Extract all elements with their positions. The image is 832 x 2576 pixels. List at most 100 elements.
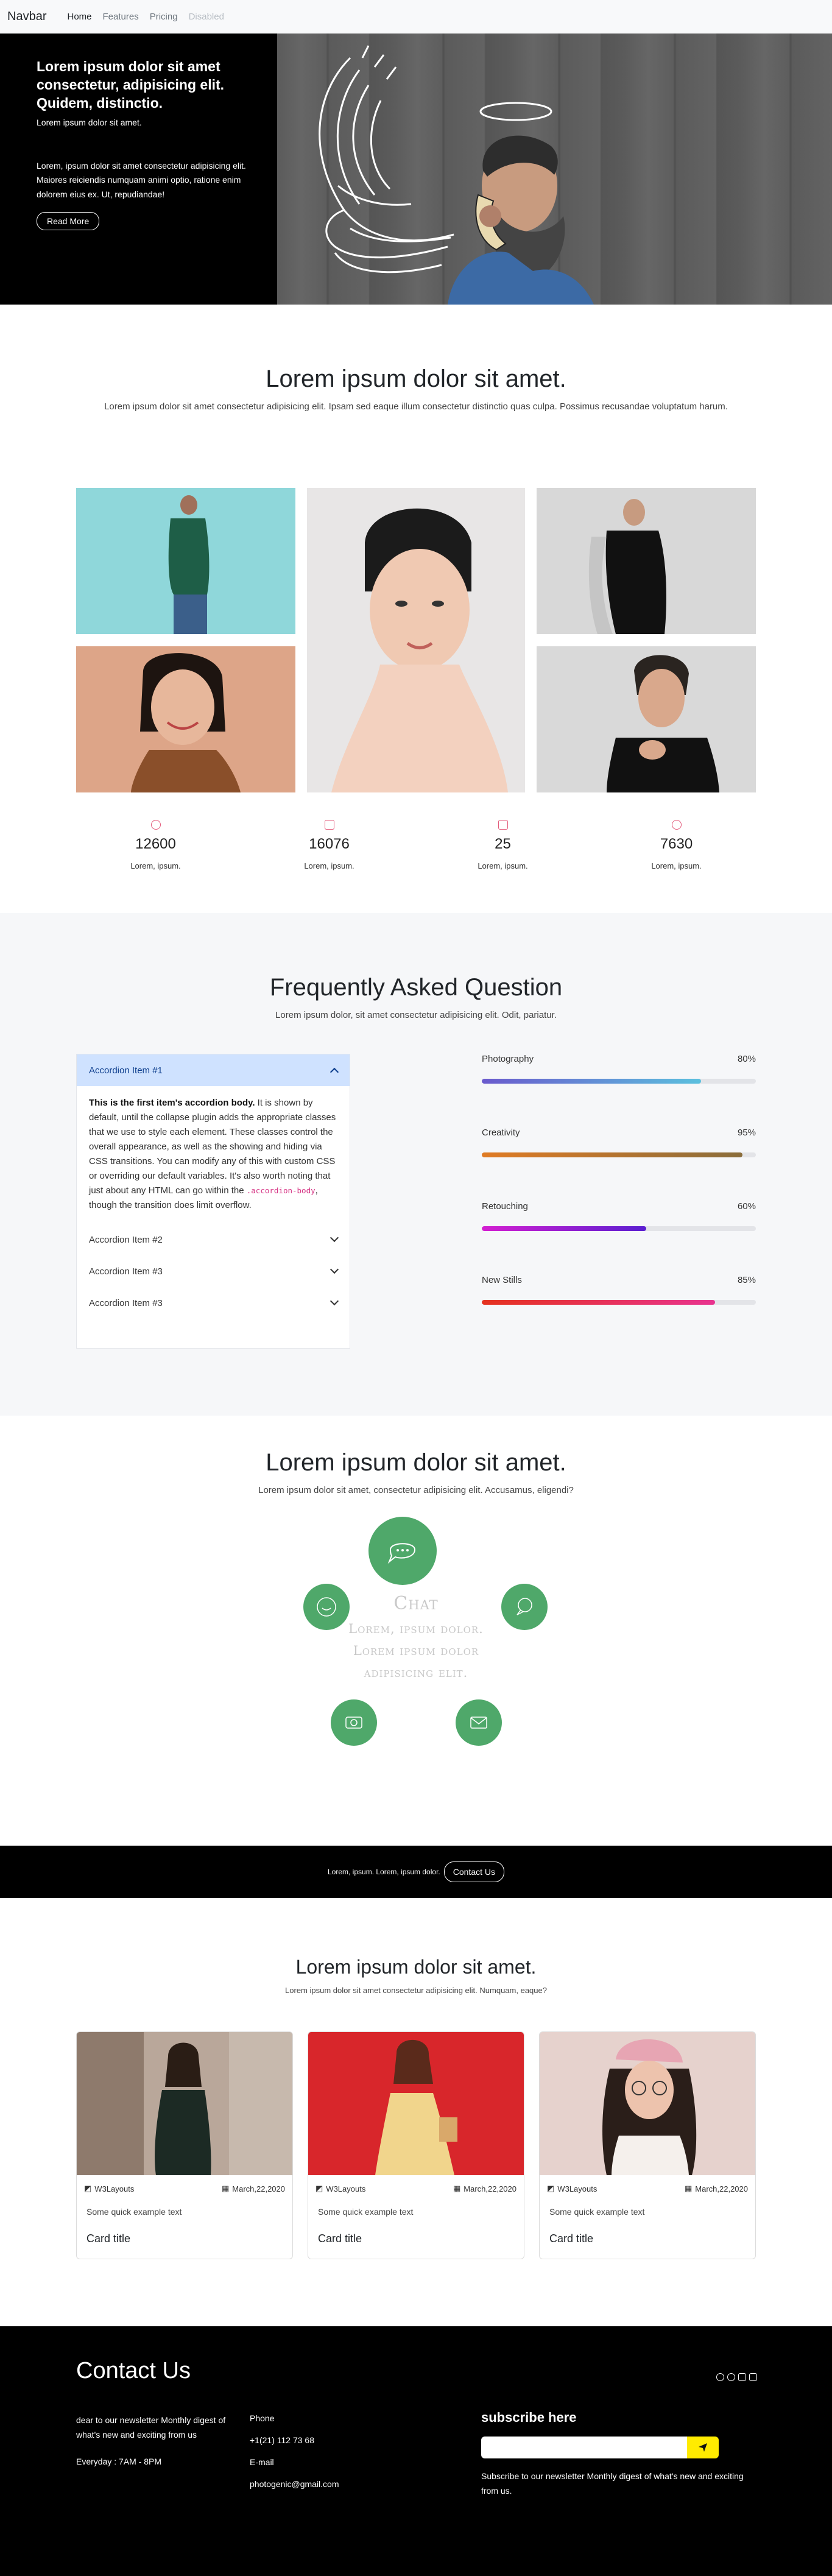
trophy-icon: [671, 820, 682, 830]
phone-label: Phone: [250, 2413, 275, 2423]
card-meta: ◩ W3Layouts ▦ March,22,2020: [77, 2175, 292, 2193]
blog-card[interactable]: ◩ W3Layouts ▦ March,22,2020 Some quick exa…: [539, 2031, 756, 2259]
services-subtitle: Lorem ipsum dolor sit amet, consectetur …: [258, 1485, 574, 1495]
stat-value: 25: [495, 836, 511, 852]
skill-progress-track: [482, 1226, 756, 1231]
nav-link-pricing[interactable]: Pricing: [145, 7, 183, 27]
skill-progress-track: [482, 1152, 756, 1157]
skill-percent: 80%: [737, 1054, 756, 1064]
subscribe-title: subscribe here: [481, 2410, 577, 2425]
card-author[interactable]: W3Layouts: [557, 2184, 597, 2193]
subscribe-form: [481, 2437, 755, 2458]
skill-row: Photography 80%: [482, 1054, 756, 1084]
author-icon: ◩: [547, 2184, 555, 2193]
accordion-body-bold: This is the first item's accordion body.: [89, 1098, 255, 1108]
phone-number[interactable]: +1(21) 112 73 68: [250, 2435, 481, 2445]
service-caption-title: Chat: [393, 1593, 439, 1614]
skill-progress-fill: [482, 1226, 646, 1231]
instagram-icon[interactable]: [738, 2373, 746, 2381]
service-button-3[interactable]: [331, 1699, 377, 1746]
skill-row: New Stills 85%: [482, 1275, 756, 1305]
footer-about: dear to our newsletter Monthly digest of…: [76, 2413, 250, 2501]
service-button-4[interactable]: [456, 1699, 502, 1746]
service-caption-line: adipisicing elit.: [364, 1665, 468, 1680]
subscribe-email-input[interactable]: [481, 2437, 687, 2458]
card-author[interactable]: W3Layouts: [326, 2184, 365, 2193]
chevron-up-icon: [330, 1067, 339, 1077]
email-address[interactable]: photogenic@gmail.com: [250, 2479, 481, 2489]
footer-columns: dear to our newsletter Monthly digest of…: [76, 2410, 756, 2501]
cards-row: ◩ W3Layouts ▦ March,22,2020 Some quick exa…: [76, 2031, 756, 2259]
hero-image: [277, 34, 832, 305]
subscribe-button[interactable]: [687, 2437, 719, 2458]
navbar-brand[interactable]: Navbar: [7, 10, 46, 24]
card-title[interactable]: Card title: [77, 2217, 292, 2259]
skill-progress-fill: [482, 1079, 701, 1084]
photo-man-green-sweater[interactable]: [76, 488, 295, 634]
cards-title: Lorem ipsum dolor sit amet.: [295, 1956, 537, 1978]
blog-card[interactable]: ◩ W3Layouts ▦ March,22,2020 Some quick exa…: [308, 2031, 524, 2259]
card-title[interactable]: Card title: [308, 2217, 524, 2259]
stat-value: 12600: [135, 836, 176, 852]
services-title: Lorem ipsum dolor sit amet.: [266, 1449, 566, 1476]
accordion-body: This is the first item's accordion body.…: [77, 1086, 350, 1224]
linkedin-icon[interactable]: [749, 2373, 757, 2381]
hero-title: Lorem ipsum dolor sit amet consectetur, …: [37, 58, 225, 111]
chat-service-button[interactable]: [368, 1517, 437, 1585]
skill-name: New Stills: [482, 1275, 522, 1285]
skill-name: Creativity: [482, 1127, 520, 1138]
footer-newsletter-text: dear to our newsletter Monthly digest of…: [76, 2415, 226, 2440]
footer-title: Contact Us: [76, 2358, 191, 2384]
skill-name: Photography: [482, 1054, 534, 1064]
card-meta: ◩ W3Layouts ▦ March,22,2020: [308, 2175, 524, 2193]
card-image: [77, 2032, 292, 2175]
services-section: Lorem ipsum dolor sit amet. Lorem ipsum …: [0, 1416, 832, 1846]
facebook-icon[interactable]: [716, 2373, 724, 2381]
calendar-icon: ▦: [453, 2184, 461, 2193]
hero-section: Lorem ipsum dolor sit amet consectetur, …: [0, 34, 832, 305]
accordion-header-2[interactable]: Accordion Item #2: [77, 1224, 350, 1255]
photo-woman-smiling[interactable]: [76, 646, 295, 792]
hero-subtitle: Lorem ipsum dolor sit amet.: [37, 117, 142, 127]
card-author[interactable]: W3Layouts: [94, 2184, 134, 2193]
skill-percent: 85%: [737, 1275, 756, 1285]
read-more-button[interactable]: Read More: [37, 212, 100, 231]
author-icon: ◩: [84, 2184, 92, 2193]
cards-subtitle: Lorem ipsum dolor sit amet consectetur a…: [285, 1986, 547, 1995]
calendar-icon: ▦: [221, 2184, 230, 2193]
service-caption-line: Lorem ipsum dolor: [353, 1643, 479, 1658]
stat-label: Lorem, ipsum.: [304, 861, 354, 870]
cta-text: Lorem, ipsum. Lorem, ipsum dolor.: [328, 1868, 440, 1876]
accordion-header-3[interactable]: Accordion Item #3: [77, 1255, 350, 1287]
hero-text-panel: Lorem ipsum dolor sit amet consectetur, …: [0, 34, 277, 305]
chat-bubble-icon: [387, 1543, 416, 1564]
photo-woman-portrait[interactable]: [307, 488, 525, 792]
nav-link-features[interactable]: Features: [98, 7, 144, 27]
stat-value: 7630: [660, 836, 693, 852]
nav-link-home[interactable]: Home: [62, 7, 96, 27]
camera-icon: [345, 1717, 362, 1729]
skill-progress-track: [482, 1300, 756, 1305]
card-image: [308, 2032, 524, 2175]
contact-us-button[interactable]: Contact Us: [443, 1861, 504, 1882]
gallery-title: Lorem ipsum dolor sit amet.: [266, 365, 566, 392]
blog-card[interactable]: ◩ W3Layouts ▦ March,22,2020 Some quick exa…: [76, 2031, 293, 2259]
stat-label: Lorem, ipsum.: [651, 861, 702, 870]
photo-man-black-tshirt[interactable]: [537, 646, 756, 792]
card-title[interactable]: Card title: [540, 2217, 755, 2259]
service-caption-desc: Lorem, ipsum dolor. Lorem ipsum dolor ad…: [245, 1618, 587, 1684]
accordion-header-1[interactable]: Accordion Item #1: [77, 1054, 350, 1086]
faq-title: Frequently Asked Question: [269, 974, 563, 1001]
email-label: E-mail: [250, 2457, 274, 2467]
accordion-header-4[interactable]: Accordion Item #3: [77, 1287, 350, 1319]
angel-man-illustration: [319, 45, 594, 305]
card-meta: ◩ W3Layouts ▦ March,22,2020: [540, 2175, 755, 2193]
chevron-down-icon: [330, 1296, 339, 1306]
footer-contact: Phone +1(21) 112 73 68 E-mail photogenic…: [250, 2413, 481, 2501]
photo-man-black-suit[interactable]: [537, 488, 756, 634]
twitter-icon[interactable]: [727, 2373, 735, 2381]
faq-subtitle: Lorem ipsum dolor, sit amet consectetur …: [275, 1010, 557, 1020]
card-text: Some quick example text: [549, 2207, 645, 2217]
skill-progress-track: [482, 1079, 756, 1084]
card-text: Some quick example text: [86, 2207, 182, 2217]
